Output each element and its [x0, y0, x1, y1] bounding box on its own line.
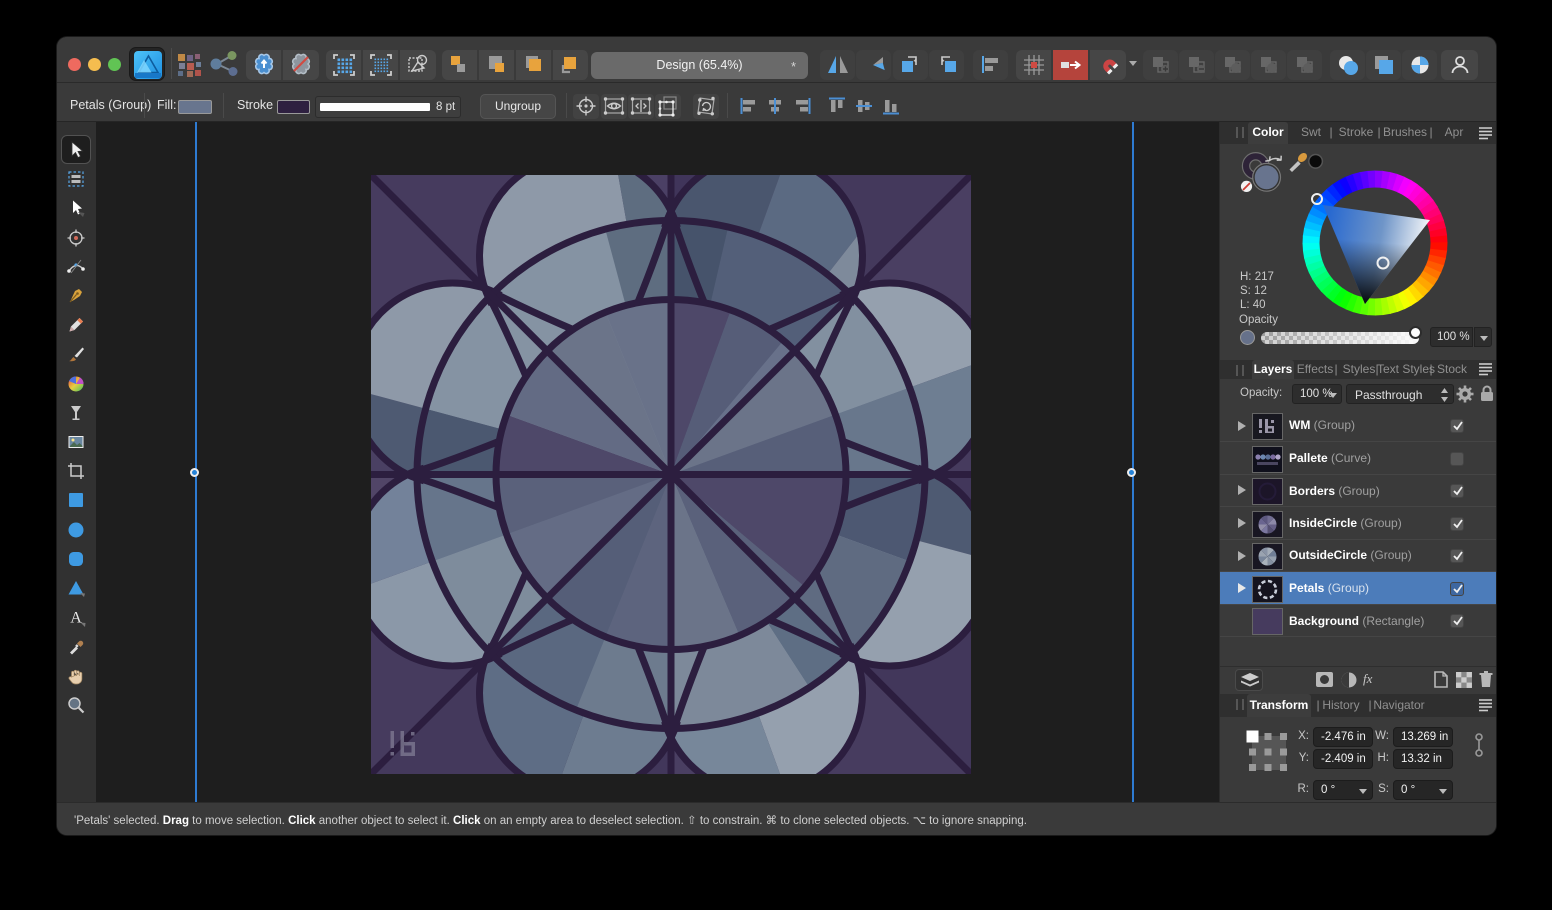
svg-text:A: A: [70, 610, 82, 627]
